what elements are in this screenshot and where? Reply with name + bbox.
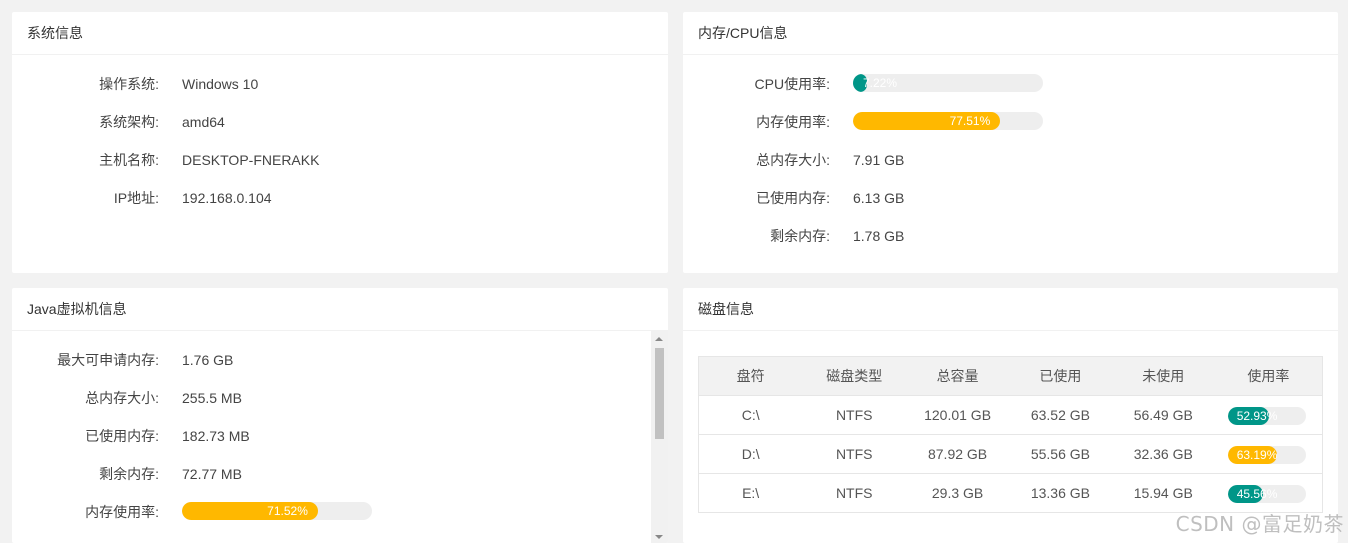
- type-cell: NTFS: [802, 434, 907, 474]
- total-cell: 120.01 GB: [906, 395, 1009, 435]
- jvm-free-row: 剩余内存: 72.77 MB: [12, 464, 642, 484]
- total-mem-value: 7.91 GB: [853, 152, 905, 168]
- arch-value: amd64: [182, 114, 225, 130]
- total-cell: 87.92 GB: [906, 434, 1009, 474]
- type-cell: NTFS: [802, 473, 907, 513]
- disk-usage-text: 52.93%: [1236, 409, 1278, 423]
- os-row: 操作系统: Windows 10: [12, 74, 652, 94]
- jvm-max-label: 最大可申请内存:: [57, 352, 159, 368]
- used-cell: 55.56 GB: [1009, 434, 1112, 474]
- usage-cell: 52.93%: [1214, 395, 1323, 435]
- free-cell: 32.36 GB: [1111, 434, 1215, 474]
- jvm-total-value: 255.5 MB: [182, 390, 242, 406]
- free-mem-label: 剩余内存:: [770, 228, 830, 244]
- jvm-scrollbar[interactable]: [651, 331, 668, 543]
- disk-table: 盘符 磁盘类型 总容量 已使用 未使用 使用率 C:\ NTFS 120.01 …: [698, 356, 1323, 513]
- mem-usage-bar: 77.51%: [853, 112, 1043, 130]
- jvm-total-label: 总内存大小:: [85, 390, 159, 406]
- jvm-max-row: 最大可申请内存: 1.76 GB: [12, 350, 642, 370]
- free-cell: 15.94 GB: [1111, 473, 1215, 513]
- watermark: CSDN @富足奶茶: [1175, 512, 1344, 536]
- jvm-free-value: 72.77 MB: [182, 466, 242, 482]
- hostname-row: 主机名称: DESKTOP-FNERAKK: [12, 150, 652, 170]
- disk-usage-bar: 63.19%: [1227, 446, 1306, 464]
- ip-value: 192.168.0.104: [182, 190, 272, 206]
- arch-row: 系统架构: amd64: [12, 112, 652, 132]
- used-mem-value: 6.13 GB: [853, 190, 905, 206]
- system-info-title: 系统信息: [12, 12, 668, 55]
- free-mem-value: 1.78 GB: [853, 228, 905, 244]
- ip-label: IP地址:: [113, 190, 159, 206]
- jvm-usage-label: 内存使用率:: [85, 504, 159, 520]
- disk-usage-bar: 52.93%: [1227, 407, 1306, 425]
- mem-usage-label: 内存使用率:: [756, 114, 830, 130]
- jvm-usage-bar: 71.52%: [182, 502, 372, 520]
- system-info-card: 系统信息 操作系统: Windows 10 系统架构: amd64 主机名称: …: [12, 12, 668, 273]
- drive-cell: D:\: [698, 434, 803, 474]
- used-cell: 63.52 GB: [1009, 395, 1112, 435]
- usage-cell: 63.19%: [1214, 434, 1323, 474]
- used-cell: 13.36 GB: [1009, 473, 1112, 513]
- memcpu-info-card: 内存/CPU信息 CPU使用率: 7.22% 内存使用率: 77.51% 总内存…: [683, 12, 1338, 273]
- type-cell: NTFS: [802, 395, 907, 435]
- jvm-used-value: 182.73 MB: [182, 428, 250, 444]
- total-mem-label: 总内存大小:: [756, 152, 830, 168]
- table-row: E:\ NTFS 29.3 GB 13.36 GB 15.94 GB 45.56…: [698, 473, 1323, 513]
- drive-cell: E:\: [698, 473, 803, 513]
- jvm-free-label: 剩余内存:: [99, 466, 159, 482]
- arch-label: 系统架构:: [99, 114, 159, 130]
- cpu-usage-text: 7.22%: [863, 76, 898, 90]
- memcpu-info-title: 内存/CPU信息: [683, 12, 1338, 55]
- free-mem-row: 剩余内存: 1.78 GB: [683, 226, 1323, 246]
- col-drive: 盘符: [698, 356, 803, 396]
- disk-usage-text: 45.56%: [1236, 487, 1278, 501]
- jvm-info-title: Java虚拟机信息: [12, 288, 668, 331]
- scroll-up-icon[interactable]: [655, 337, 663, 341]
- total-mem-row: 总内存大小: 7.91 GB: [683, 150, 1323, 170]
- disk-usage-text: 63.19%: [1236, 448, 1278, 462]
- disk-info-card: 磁盘信息 盘符 磁盘类型 总容量 已使用 未使用 使用率 C:\ NTFS 12…: [683, 288, 1338, 543]
- table-row: C:\ NTFS 120.01 GB 63.52 GB 56.49 GB 52.…: [698, 395, 1323, 435]
- ip-row: IP地址: 192.168.0.104: [12, 188, 652, 208]
- hostname-value: DESKTOP-FNERAKK: [182, 152, 320, 168]
- os-value: Windows 10: [182, 76, 259, 92]
- col-type: 磁盘类型: [802, 356, 907, 396]
- jvm-used-label: 已使用内存:: [85, 428, 159, 444]
- cpu-usage-label: CPU使用率:: [754, 76, 830, 92]
- scroll-thumb[interactable]: [655, 348, 664, 439]
- mem-usage-text: 77.51%: [949, 114, 991, 128]
- scroll-down-icon[interactable]: [655, 535, 663, 539]
- col-free: 未使用: [1111, 356, 1215, 396]
- cpu-usage-bar: 7.22%: [853, 74, 1043, 92]
- jvm-usage-text: 71.52%: [267, 504, 308, 518]
- disk-info-title: 磁盘信息: [683, 288, 1338, 331]
- col-total: 总容量: [906, 356, 1009, 396]
- used-mem-row: 已使用内存: 6.13 GB: [683, 188, 1323, 208]
- jvm-max-value: 1.76 GB: [182, 352, 234, 368]
- total-cell: 29.3 GB: [906, 473, 1009, 513]
- used-mem-label: 已使用内存:: [756, 190, 830, 206]
- jvm-used-row: 已使用内存: 182.73 MB: [12, 426, 642, 446]
- usage-cell: 45.56%: [1214, 473, 1323, 513]
- col-usage: 使用率: [1214, 356, 1323, 396]
- drive-cell: C:\: [698, 395, 803, 435]
- os-label: 操作系统:: [99, 76, 159, 92]
- free-cell: 56.49 GB: [1111, 395, 1215, 435]
- hostname-label: 主机名称:: [99, 152, 159, 168]
- disk-table-header-row: 盘符 磁盘类型 总容量 已使用 未使用 使用率: [698, 356, 1323, 396]
- jvm-info-card: Java虚拟机信息 最大可申请内存: 1.76 GB 总内存大小: 255.5 …: [12, 288, 668, 543]
- jvm-total-row: 总内存大小: 255.5 MB: [12, 388, 642, 408]
- table-row: D:\ NTFS 87.92 GB 55.56 GB 32.36 GB 63.1…: [698, 434, 1323, 474]
- disk-usage-bar: 45.56%: [1227, 485, 1306, 503]
- col-used: 已使用: [1009, 356, 1112, 396]
